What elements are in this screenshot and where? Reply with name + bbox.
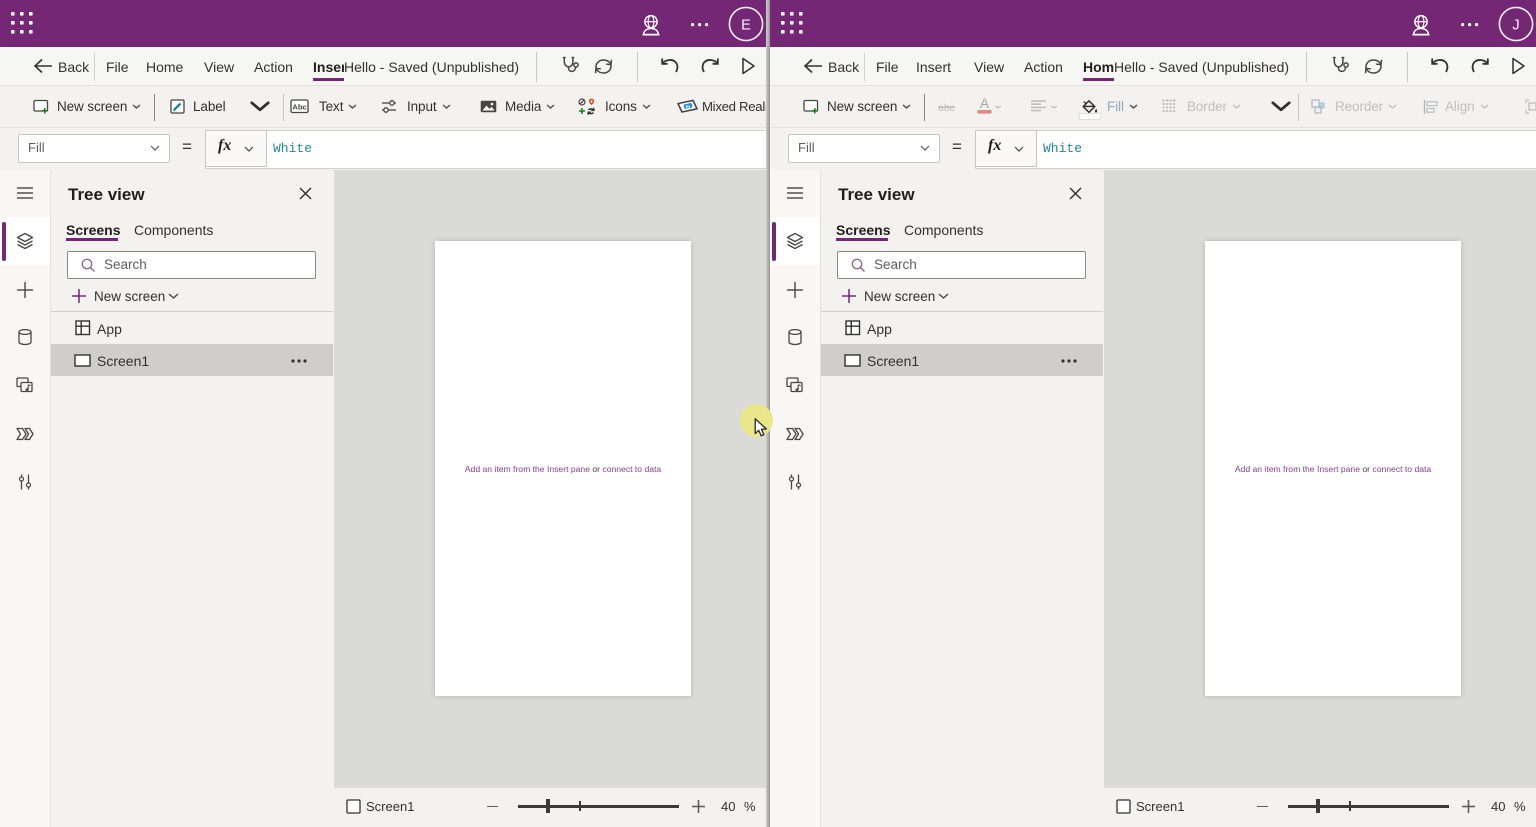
svg-text:abc: abc [938, 102, 955, 114]
svg-text:E: E [741, 18, 751, 34]
svg-text:m: m [686, 104, 691, 110]
svg-text:J: J [1512, 18, 1519, 34]
svg-text:Abc: Abc [292, 103, 306, 112]
svg-text:A: A [980, 96, 989, 111]
